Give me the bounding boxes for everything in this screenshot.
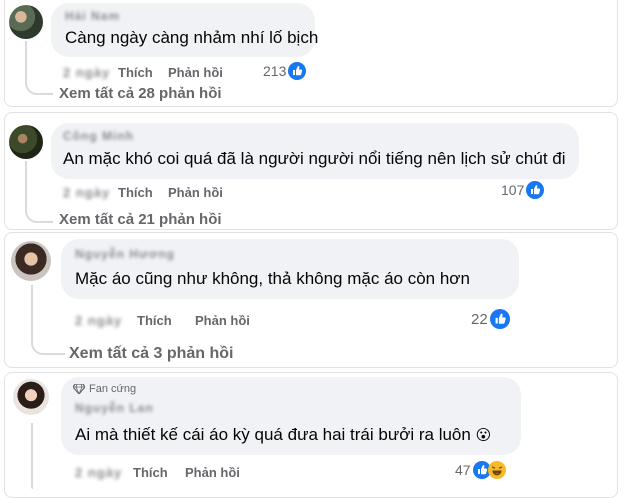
comment-text: Mặc áo cũng như không, thả không mặc áo … xyxy=(75,269,470,288)
comment-card: Fan cứng Nguyễn Lan Ai mà thiết kế cái á… xyxy=(4,372,618,498)
reply-button[interactable]: Phản hồi xyxy=(168,185,223,200)
comment-author[interactable]: Nguyễn Hương xyxy=(75,247,175,261)
like-reaction-icon xyxy=(489,309,510,329)
like-button[interactable]: Thích xyxy=(118,65,153,80)
comment-bubble: Nguyễn Hương Mặc áo cũng như không, thả … xyxy=(61,239,519,299)
like-button[interactable]: Thích xyxy=(133,465,168,480)
reaction-count: 47 xyxy=(455,462,471,478)
reaction-summary[interactable]: 213 xyxy=(263,62,307,80)
thread-line xyxy=(25,41,53,95)
comment-bubble: Fan cứng Nguyễn Lan Ai mà thiết kế cái á… xyxy=(61,377,521,455)
comment-actions: 2 ngày Thích Phản hồi xyxy=(75,313,355,331)
reaction-summary[interactable]: 47 xyxy=(455,461,506,479)
comment-text-body: Ai mà thiết kế cái áo kỳ quá đưa hai trá… xyxy=(75,425,471,444)
comment-bubble: Hải Nam Càng ngày càng nhảm nhí lố bịch xyxy=(51,3,319,57)
view-replies-link[interactable]: Xem tất cả 28 phản hồi xyxy=(59,85,222,102)
comment-text: An mặc khó coi quá đã là người người nổi… xyxy=(63,149,566,168)
reaction-count: 22 xyxy=(471,310,488,328)
comment-time[interactable]: 2 ngày xyxy=(63,185,110,200)
comment-actions: 2 ngày Thích Phản hồi xyxy=(63,185,323,203)
reaction-count: 213 xyxy=(263,63,287,79)
like-reaction-icon xyxy=(288,62,307,80)
avatar[interactable] xyxy=(11,241,51,281)
reaction-count: 107 xyxy=(501,182,525,198)
comment-card: Hải Nam Càng ngày càng nhảm nhí lố bịch … xyxy=(4,0,618,107)
haha-reaction-icon xyxy=(487,461,506,479)
comment-time[interactable]: 2 ngày xyxy=(63,65,110,80)
reaction-summary[interactable]: 107 xyxy=(501,181,545,199)
reply-button[interactable]: Phản hồi xyxy=(168,65,223,80)
reply-button[interactable]: Phản hồi xyxy=(185,465,240,480)
comment-text: Càng ngày càng nhảm nhí lố bịch xyxy=(65,28,319,47)
view-replies-link[interactable]: Xem tất cả 3 phản hồi xyxy=(69,345,233,363)
comment-text: Ai mà thiết kế cái áo kỳ quá đưa hai trá… xyxy=(75,425,491,445)
comment-bubble: Công Minh An mặc khó coi quá đã là người… xyxy=(51,123,579,179)
view-replies-link[interactable]: Xem tất cả 21 phản hồi xyxy=(59,211,222,228)
top-fan-badge: Fan cứng xyxy=(73,383,136,395)
like-button[interactable]: Thích xyxy=(118,185,153,200)
thread-line xyxy=(31,285,65,355)
like-reaction-icon xyxy=(526,181,545,199)
comment-time[interactable]: 2 ngày xyxy=(75,465,122,480)
badge-label: Fan cứng xyxy=(89,383,137,395)
reply-button[interactable]: Phản hồi xyxy=(195,313,250,328)
comment-author[interactable]: Công Minh xyxy=(63,129,134,143)
diamond-icon xyxy=(73,384,85,394)
comment-author[interactable]: Nguyễn Lan xyxy=(75,401,154,415)
avatar[interactable] xyxy=(9,125,43,159)
thread-line xyxy=(25,161,53,223)
comment-author[interactable]: Hải Nam xyxy=(65,9,120,23)
comment-time[interactable]: 2 ngày xyxy=(75,313,122,328)
reaction-summary[interactable]: 22 xyxy=(471,309,510,329)
avatar[interactable] xyxy=(9,5,43,39)
comment-card: Công Minh An mặc khó coi quá đã là người… xyxy=(4,112,618,230)
astonished-emoji-icon: 😮 xyxy=(475,427,492,444)
thread-line xyxy=(31,423,33,489)
comment-actions: 2 ngày Thích Phản hồi xyxy=(75,465,355,483)
like-button[interactable]: Thích xyxy=(137,313,172,328)
comment-card: Nguyễn Hương Mặc áo cũng như không, thả … xyxy=(4,232,618,368)
avatar[interactable] xyxy=(13,379,49,415)
